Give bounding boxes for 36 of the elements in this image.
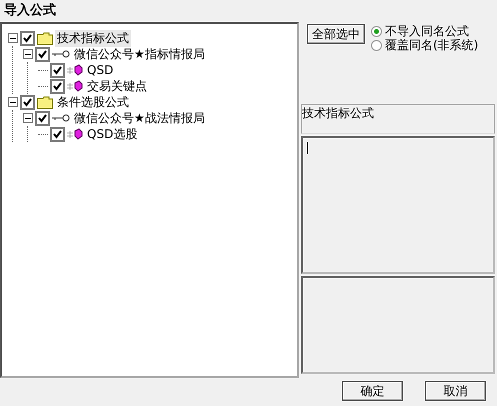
radio-button[interactable]: [371, 40, 382, 50]
checkbox[interactable]: [35, 110, 50, 126]
expander-icon[interactable]: [23, 113, 33, 123]
folder-icon: [37, 32, 53, 44]
window-title: 导入公式: [3, 2, 57, 20]
text-area[interactable]: [301, 276, 495, 374]
checkbox[interactable]: [20, 94, 35, 110]
tree-item[interactable]: 微信公众号★指标情报局: [72, 46, 207, 62]
gem-icon: [67, 80, 83, 92]
option-label: 覆盖同名(非系统): [385, 37, 478, 54]
name-box: 技术指标公式: [301, 104, 495, 134]
tree-item[interactable]: QSD选股: [85, 126, 140, 142]
checkbox[interactable]: [50, 62, 65, 78]
folder-icon: [37, 96, 53, 108]
tree-item[interactable]: 微信公众号★战法情报局: [72, 110, 207, 126]
dialog-button[interactable]: 取消: [425, 381, 486, 401]
text-area[interactable]: [301, 136, 495, 274]
tree-item[interactable]: 技术指标公式: [55, 30, 131, 46]
checkbox[interactable]: [35, 46, 50, 62]
tree-item[interactable]: 交易关键点: [85, 78, 149, 94]
checkbox[interactable]: [20, 30, 35, 46]
expander-icon[interactable]: [8, 97, 18, 107]
radio-button[interactable]: [371, 26, 382, 36]
key-icon: [52, 50, 70, 58]
key-icon: [52, 114, 70, 122]
expander-icon[interactable]: [8, 33, 18, 43]
select-all-button[interactable]: 全部选中: [307, 24, 365, 44]
gem-icon: [67, 64, 83, 76]
tree-item[interactable]: QSD: [85, 63, 116, 77]
tree-item[interactable]: 条件选股公式: [55, 94, 131, 110]
checkbox[interactable]: [50, 78, 65, 94]
checkbox[interactable]: [50, 126, 65, 142]
option-label: 不导入同名公式: [385, 22, 469, 38]
dialog-button[interactable]: 确定: [342, 381, 403, 401]
expander-icon[interactable]: [23, 49, 33, 59]
gem-icon: [67, 128, 83, 140]
